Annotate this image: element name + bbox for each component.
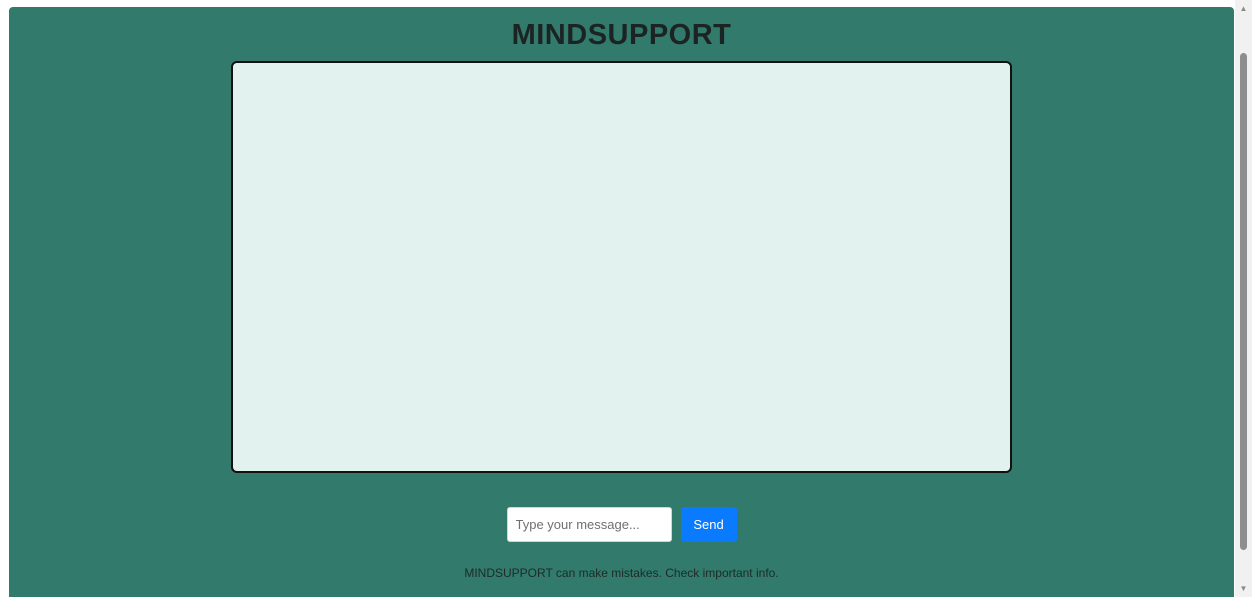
page-scrollbar[interactable]: ▲ ▼ [1235, 0, 1252, 597]
message-input[interactable] [506, 507, 672, 542]
app-container: MINDSUPPORT Send MINDSUPPORT can make mi… [9, 7, 1234, 597]
scroll-down-icon[interactable]: ▼ [1235, 580, 1252, 597]
scroll-up-icon[interactable]: ▲ [1235, 0, 1252, 17]
browser-viewport: MINDSUPPORT Send MINDSUPPORT can make mi… [0, 0, 1252, 597]
message-composer: Send [9, 507, 1234, 542]
disclaimer-text: MINDSUPPORT can make mistakes. Check imp… [464, 566, 779, 580]
scrollbar-thumb[interactable] [1240, 53, 1247, 550]
page-title: MINDSUPPORT [511, 19, 732, 51]
send-button[interactable]: Send [680, 507, 737, 542]
chat-messages-area[interactable] [231, 61, 1012, 473]
